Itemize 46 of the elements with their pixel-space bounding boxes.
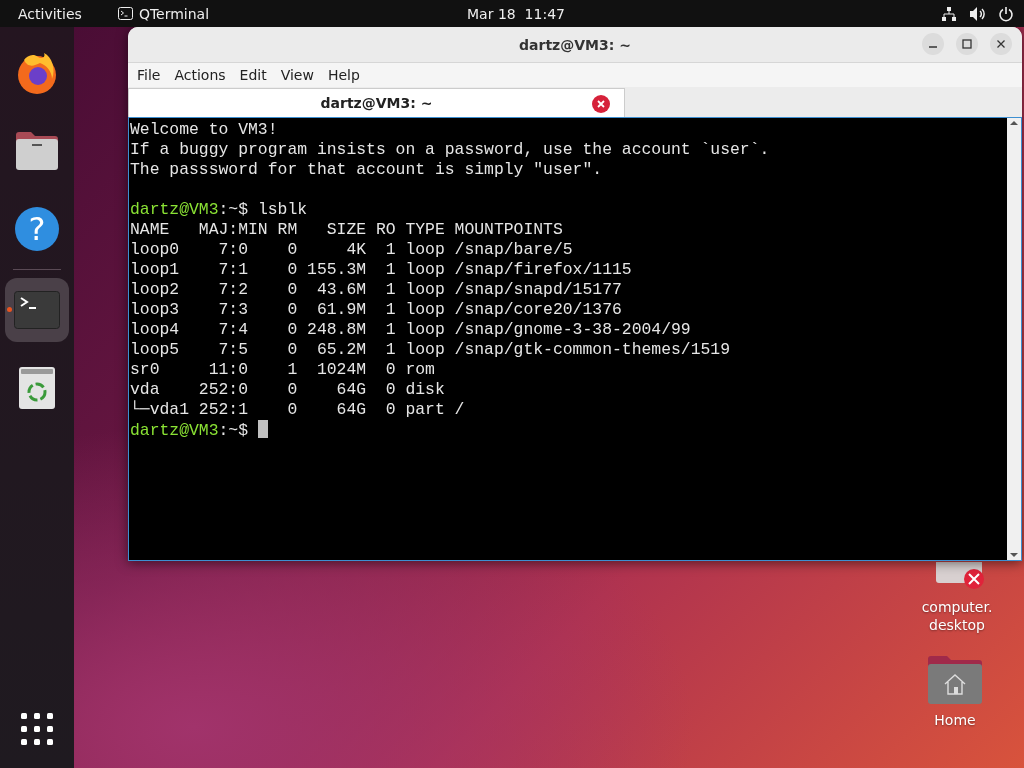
folder-icon bbox=[14, 131, 60, 171]
clock[interactable]: Mar 18 11:47 bbox=[467, 5, 565, 22]
app-menu[interactable]: QTerminal bbox=[138, 5, 210, 22]
terminal-line: loop1 7:1 0 155.3M 1 loop /snap/firefox/1115 bbox=[130, 260, 633, 280]
trash-icon bbox=[18, 366, 56, 410]
maximize-button[interactable] bbox=[956, 33, 978, 55]
terminal-line: loop5 7:5 0 65.2M 1 loop /snap/gtk-common-themes/1519 bbox=[130, 340, 731, 360]
terminal-line: vda 252:0 0 64G 0 disk bbox=[130, 380, 446, 400]
scroll-down-icon[interactable] bbox=[1009, 550, 1019, 560]
app-grid-icon[interactable] bbox=[20, 712, 54, 746]
icon-label[interactable]: computer. desktop bbox=[921, 598, 993, 634]
menu-item[interactable]: File bbox=[130, 67, 168, 83]
terminal-icon bbox=[14, 291, 60, 329]
close-button[interactable] bbox=[990, 33, 1012, 55]
prompt-user: dartz@VM3 bbox=[130, 421, 219, 440]
tab-close-icon[interactable] bbox=[592, 95, 610, 113]
help-icon: ? bbox=[15, 207, 59, 251]
terminal-line: loop0 7:0 0 4K 1 loop /snap/bare/5 bbox=[130, 240, 574, 260]
terminal-icon bbox=[117, 7, 133, 20]
terminal-line: NAME MAJ:MIN RM SIZE RO TYPE MOUNTPOINTS bbox=[130, 220, 564, 240]
terminal-line: loop3 7:3 0 61.9M 1 loop /snap/core20/1376 bbox=[130, 300, 623, 320]
menu-item[interactable]: Help bbox=[320, 67, 367, 83]
terminal-line: If a buggy program insists on a password, use the account `user`. bbox=[130, 140, 771, 160]
menu-item[interactable]: Edit bbox=[232, 67, 274, 83]
prompt-user: dartz@VM3 bbox=[130, 200, 219, 219]
terminal-line: Welcome to VM3! bbox=[130, 120, 279, 140]
command-text: lsblk bbox=[256, 200, 308, 219]
terminal-line: loop4 7:4 0 248.8M 1 loop /snap/gnome-3-38-2004/99 bbox=[130, 320, 692, 340]
tab[interactable]: dartz@VM3: ~ bbox=[128, 88, 625, 117]
volume-icon[interactable] bbox=[969, 5, 986, 22]
terminal-line: loop2 7:2 0 43.6M 1 loop /snap/snapd/15177 bbox=[130, 280, 623, 300]
prompt-path: :~$ bbox=[218, 421, 249, 440]
power-icon[interactable] bbox=[998, 5, 1014, 22]
network-icon[interactable] bbox=[941, 5, 957, 22]
menu-item[interactable]: Actions bbox=[167, 67, 233, 83]
terminal-line: The passsword for that account is simply "user". bbox=[130, 160, 604, 180]
icon-label[interactable]: Home bbox=[934, 711, 976, 729]
home-folder-icon[interactable] bbox=[926, 655, 984, 705]
activities-button[interactable]: Activities bbox=[18, 5, 82, 22]
terminal-line: └─vda1 252:1 0 64G 0 part / bbox=[130, 400, 466, 420]
minimize-button[interactable] bbox=[922, 33, 944, 55]
scrollbar[interactable] bbox=[1007, 118, 1021, 560]
window-title: dartz@VM3: ~ bbox=[519, 36, 631, 53]
terminal-line: sr0 11:0 1 1024M 0 rom bbox=[130, 360, 436, 380]
prompt-path: :~$ bbox=[218, 200, 249, 219]
menu-item[interactable]: View bbox=[273, 67, 321, 83]
